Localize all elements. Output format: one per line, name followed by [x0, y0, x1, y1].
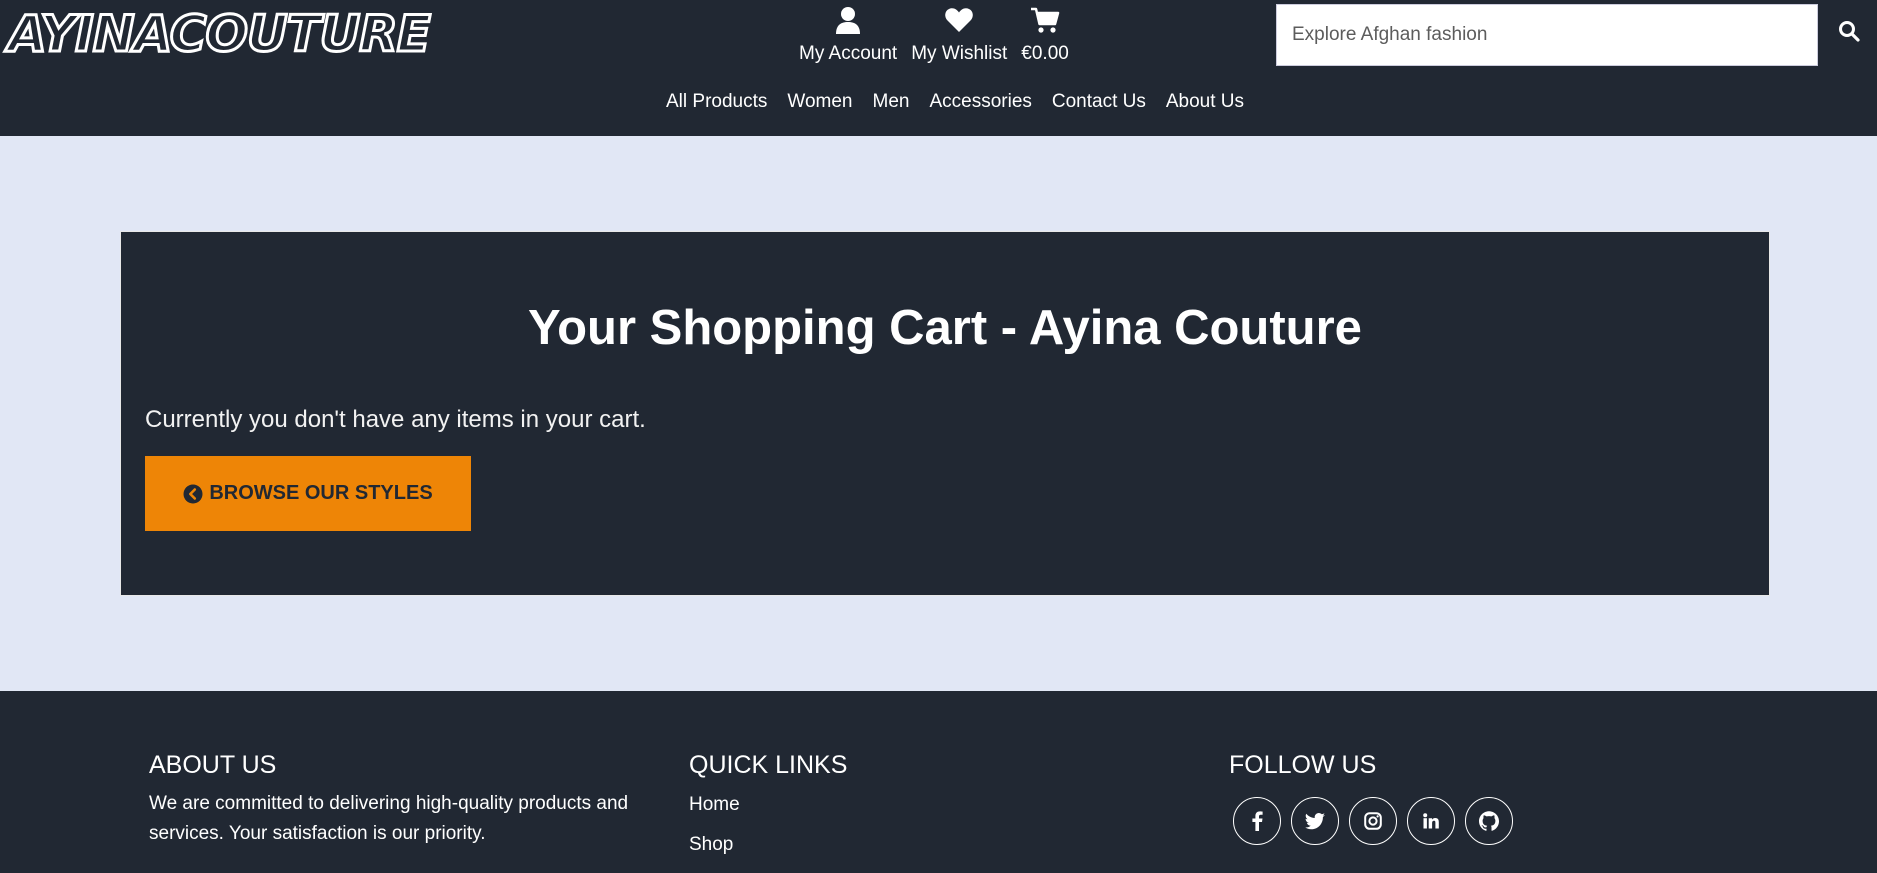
footer-quick-links: QUICK LINKS Home Shop — [689, 749, 847, 859]
footer-link-shop[interactable]: Shop — [689, 831, 847, 859]
linkedin-icon — [1423, 813, 1439, 829]
facebook-icon — [1252, 811, 1263, 831]
browse-styles-label: BROWSE OUR STYLES — [209, 482, 433, 504]
nav-contact-us[interactable]: Contact Us — [1042, 88, 1156, 116]
cart-total: €0.00 — [1021, 43, 1069, 64]
my-account-link[interactable]: My Account — [792, 6, 904, 66]
facebook-link[interactable] — [1233, 797, 1281, 845]
search-input[interactable] — [1277, 5, 1817, 65]
search-button[interactable] — [1834, 16, 1864, 46]
twitter-icon — [1305, 812, 1325, 829]
footer-link-home[interactable]: Home — [689, 791, 847, 819]
empty-cart-message: Currently you don't have any items in yo… — [145, 406, 646, 433]
footer-links-heading: QUICK LINKS — [689, 751, 848, 779]
nav-women[interactable]: Women — [777, 88, 862, 116]
search-box — [1276, 4, 1818, 66]
twitter-link[interactable] — [1291, 797, 1339, 845]
site-logo[interactable]: AYINACOUTURE — [7, 5, 433, 64]
cart-icon — [1031, 7, 1060, 33]
page-title: Your Shopping Cart - Ayina Couture — [528, 301, 1362, 355]
my-wishlist-label: My Wishlist — [911, 43, 1008, 64]
github-icon — [1479, 811, 1499, 831]
footer-about: ABOUT US We are committed to delivering … — [149, 749, 669, 849]
nav-about-us[interactable]: About Us — [1156, 88, 1254, 116]
nav-accessories[interactable]: Accessories — [919, 88, 1041, 116]
account-nav: My Account My Wishlist €0.00 — [792, 6, 1076, 66]
footer-follow: FOLLOW US — [1229, 749, 1523, 845]
instagram-link[interactable] — [1349, 797, 1397, 845]
cart-link[interactable]: €0.00 — [1014, 6, 1076, 66]
cart-panel: Your Shopping Cart - Ayina Couture Curre… — [120, 231, 1770, 596]
main-nav: All Products Women Men Accessories Conta… — [656, 88, 1254, 116]
search-icon — [1839, 21, 1860, 42]
site-header: AYINACOUTURE My Account My Wishlist €0.0… — [0, 0, 1877, 136]
site-footer: ABOUT US We are committed to delivering … — [0, 691, 1877, 873]
my-wishlist-link[interactable]: My Wishlist — [904, 6, 1014, 66]
chevron-circle-left-icon — [183, 484, 203, 503]
nav-men[interactable]: Men — [863, 88, 920, 116]
social-links — [1233, 797, 1523, 845]
browse-styles-button[interactable]: BROWSE OUR STYLES — [145, 456, 471, 531]
footer-follow-heading: FOLLOW US — [1229, 751, 1377, 779]
user-icon — [836, 7, 861, 34]
footer-about-text: We are committed to delivering high-qual… — [149, 793, 629, 844]
nav-all-products[interactable]: All Products — [656, 88, 777, 116]
footer-about-heading: ABOUT US — [149, 751, 277, 779]
github-link[interactable] — [1465, 797, 1513, 845]
linkedin-link[interactable] — [1407, 797, 1455, 845]
heart-icon — [945, 8, 974, 32]
my-account-label: My Account — [799, 43, 898, 64]
instagram-icon — [1364, 812, 1382, 830]
